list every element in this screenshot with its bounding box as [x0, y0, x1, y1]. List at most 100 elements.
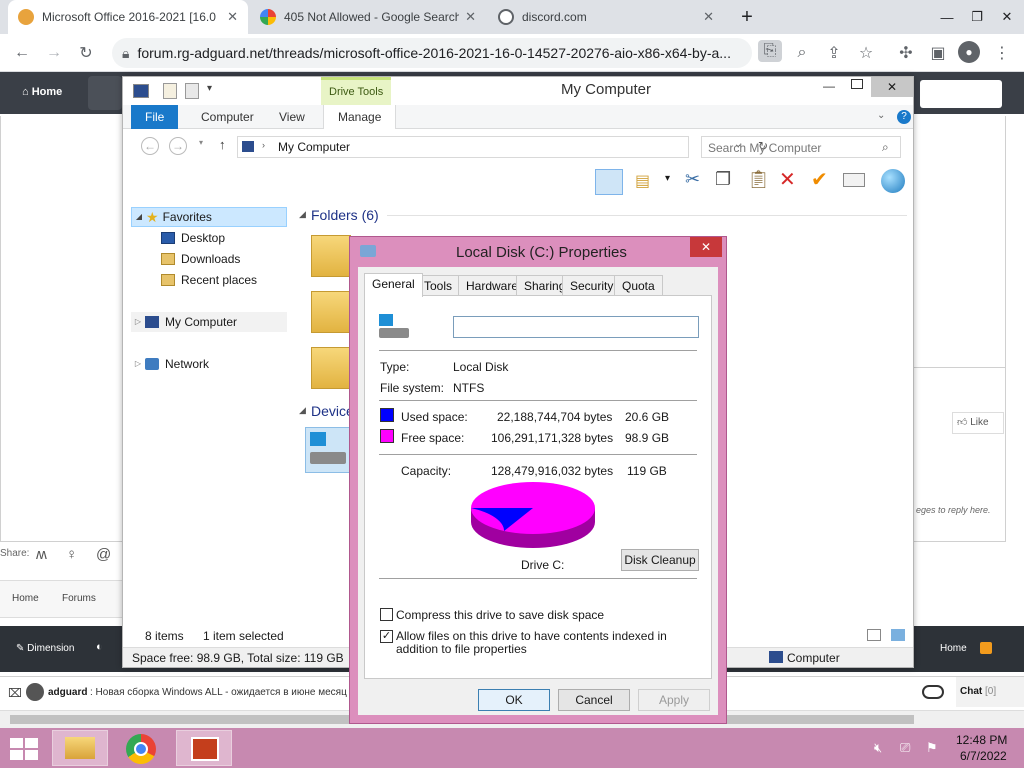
recent-dropdown-icon[interactable]: ▾ — [199, 138, 203, 147]
tab-close-icon[interactable]: ✕ — [227, 9, 238, 25]
translate-icon[interactable]: ⎘ — [758, 40, 782, 62]
sound-muted-icon[interactable]: 🔇︎ — [874, 740, 882, 756]
back-arrow-icon[interactable]: ← — [10, 42, 34, 64]
forum-search-box[interactable] — [920, 80, 1002, 108]
taskbar-presentation[interactable] — [176, 730, 232, 766]
tab-computer[interactable]: Computer — [187, 105, 268, 129]
address-box[interactable]: › My Computer ⌄ ↻ — [237, 136, 768, 158]
tab-view[interactable]: View — [265, 105, 319, 129]
tab-general[interactable]: General — [364, 273, 423, 297]
nav-desktop[interactable]: Desktop — [161, 228, 225, 248]
paste-icon[interactable]: 📋︎ — [747, 169, 770, 190]
tab-file[interactable]: File — [131, 105, 179, 129]
network-tray-icon[interactable]: ⎚ — [900, 740, 910, 756]
expand-arrow-icon[interactable]: ◢ — [132, 207, 146, 227]
close-icon[interactable]: ✕ — [871, 77, 913, 97]
tab-security[interactable]: Security — [562, 275, 622, 295]
footer-home-link[interactable]: Home — [940, 643, 967, 654]
start-button[interactable] — [10, 738, 38, 760]
share-icon[interactable]: ⇪ — [822, 42, 846, 64]
close-window-icon[interactable]: ✕ — [992, 0, 1022, 34]
forum-nav-tab[interactable] — [88, 76, 122, 110]
collapse-arrow-icon[interactable]: ◢ — [299, 209, 306, 220]
clock-date[interactable]: 6/7/2022 — [960, 749, 1007, 763]
minimize-icon[interactable]: — — [823, 79, 835, 93]
profile-avatar-icon[interactable]: ● — [958, 41, 980, 63]
forward-icon[interactable]: → — [169, 137, 187, 155]
taskbar-chrome[interactable] — [114, 730, 170, 766]
nav-favorites[interactable]: ◢ ★ Favorites — [131, 207, 287, 227]
chat-button[interactable]: Chat [0] — [956, 677, 1024, 707]
nav-downloads[interactable]: Downloads — [161, 249, 240, 269]
preview-pane-icon[interactable] — [595, 169, 623, 195]
apply-button[interactable]: Apply — [638, 689, 710, 711]
local-disk-icon[interactable] — [305, 427, 351, 473]
tab-close-icon[interactable]: ✕ — [703, 9, 714, 25]
tab-office-thread[interactable]: Microsoft Office 2016-2021 [16.0 ✕ — [8, 0, 248, 34]
ok-button[interactable]: OK — [478, 689, 550, 711]
ribbon-collapse-icon[interactable]: ⌄ — [877, 110, 885, 121]
folder-options-icon[interactable]: ▤ — [635, 171, 650, 191]
folder-icon[interactable] — [311, 235, 351, 277]
side-panel-icon[interactable]: ▣ — [926, 42, 950, 64]
checkmark-icon[interactable]: ✔ — [811, 167, 828, 192]
options-dropdown-icon[interactable]: ▾ — [665, 173, 670, 184]
forward-arrow-icon[interactable]: → — [42, 42, 66, 64]
like-button[interactable]: 👍︎ Like — [952, 412, 1004, 434]
address-bar[interactable]: 🔒︎ forum.rg-adguard.net/threads/microsof… — [112, 38, 752, 68]
copy-icon[interactable]: ❐ — [715, 169, 731, 190]
expand-arrow-icon[interactable]: ▷ — [131, 312, 145, 332]
globe-icon[interactable] — [881, 169, 905, 193]
tab-quota[interactable]: Quota — [614, 275, 663, 295]
large-icons-view-icon[interactable] — [891, 629, 905, 641]
details-view-icon[interactable] — [867, 629, 881, 641]
index-checkbox[interactable]: ✓ — [380, 630, 393, 643]
rename-icon[interactable] — [843, 173, 865, 187]
reload-icon[interactable]: ↻ — [74, 42, 98, 64]
action-center-icon[interactable]: ⚑ — [926, 740, 938, 756]
compress-checkbox[interactable] — [380, 608, 393, 621]
search-icon[interactable]: ⌕ — [882, 140, 889, 155]
chrome-menu-icon[interactable]: ⋮ — [990, 42, 1014, 64]
breadcrumb-arrow-icon[interactable]: › — [262, 140, 265, 150]
nav-my-computer[interactable]: ▷ My Computer — [131, 312, 287, 332]
style-chooser[interactable]: ✎ Dimension — [16, 643, 74, 654]
clock-time[interactable]: 12:48 PM — [956, 733, 1007, 747]
minimize-icon[interactable]: — — [932, 0, 962, 34]
email-at-icon[interactable]: @ — [96, 546, 111, 563]
bookmark-star-icon[interactable]: ☆ — [854, 42, 878, 64]
ok-icon[interactable]: ♀ — [66, 546, 77, 563]
collapse-arrow-icon[interactable]: ◢ — [299, 405, 306, 416]
zoom-icon[interactable]: ⌕ — [790, 42, 814, 64]
nav-network[interactable]: ▷ Network — [131, 354, 209, 374]
delete-icon[interactable]: ✕ — [779, 167, 796, 192]
chat-toggle-icon[interactable]: ⌧ — [8, 686, 22, 700]
devices-header[interactable]: Device — [311, 403, 354, 419]
cut-icon[interactable]: ✂ — [685, 169, 700, 190]
new-folder-icon[interactable] — [185, 83, 199, 99]
new-tab-button[interactable]: + — [732, 0, 762, 34]
help-icon[interactable]: ? — [897, 110, 911, 124]
forum-home-link[interactable]: ⌂ Home — [22, 86, 62, 98]
maximize-icon[interactable] — [851, 79, 863, 89]
folders-header[interactable]: Folders (6) — [311, 207, 379, 223]
properties-icon[interactable] — [163, 83, 177, 99]
disk-cleanup-button[interactable]: Disk Cleanup — [621, 549, 699, 571]
quick-access-dropdown-icon[interactable]: ▾ — [207, 83, 212, 94]
downloads-folder-icon[interactable] — [311, 291, 351, 333]
restore-icon[interactable]: ❐ — [962, 0, 992, 34]
up-arrow-icon[interactable]: ↑ — [219, 137, 226, 152]
vk-icon[interactable]: ʍ — [36, 546, 47, 563]
breadcrumb-forums[interactable]: Forums — [62, 593, 96, 604]
nav-recent[interactable]: Recent places — [161, 270, 257, 290]
tab-manage[interactable]: Manage — [323, 105, 397, 129]
dialog-close-icon[interactable]: ✕ — [690, 237, 722, 257]
drive-label-input[interactable] — [453, 316, 699, 338]
extensions-puzzle-icon[interactable]: ✣ — [894, 42, 918, 64]
pictures-folder-icon[interactable] — [311, 347, 351, 389]
toggle-icon[interactable]: ◐ — [96, 641, 103, 653]
explorer-search-box[interactable]: Search My Computer ⌕ — [701, 136, 901, 158]
breadcrumb-home[interactable]: Home — [12, 593, 39, 604]
cancel-button[interactable]: Cancel — [558, 689, 630, 711]
tab-close-icon[interactable]: ✕ — [465, 9, 476, 25]
